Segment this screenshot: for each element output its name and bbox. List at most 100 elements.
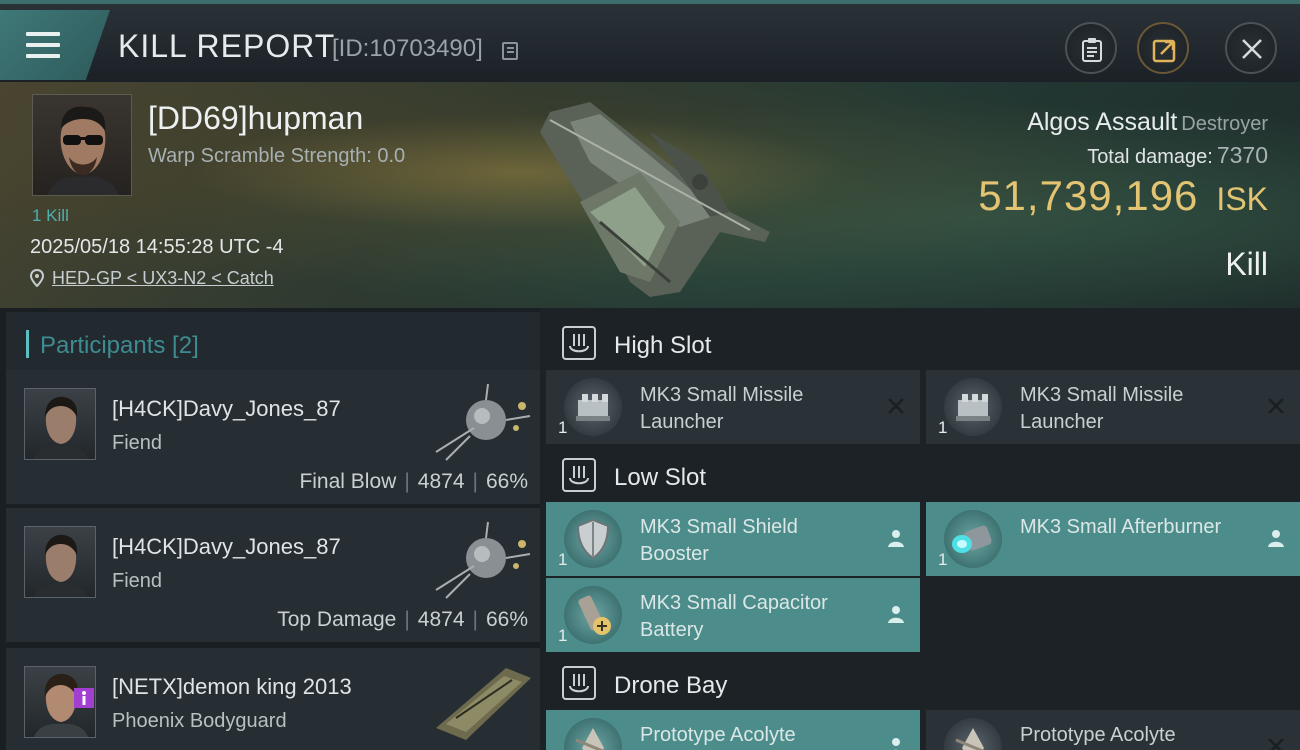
participant-row[interactable]: [H4CK]Davy_Jones_87 Fiend Top Damage | 487… [6,508,540,642]
kill-timestamp: 2025/05/18 14:55:28 UTC -4 [30,236,284,258]
isk-value: 51,739,196 [978,172,1199,219]
high-slot-header: High Slot [546,312,1300,374]
header-accent-bar [26,330,29,358]
isk-value-line: 51,739,196 ISK [978,172,1268,220]
hamburger-icon [26,32,60,58]
module-name: MK3 Small Missile Launcher [1020,384,1184,433]
drone-icon [944,718,1002,750]
ship-class: Destroyer [1181,113,1268,135]
total-damage-label: Total damage: [1087,146,1213,168]
dropped-person-icon [888,530,904,547]
top-bar: KILL REPORT [ID:10703490] [0,0,1300,82]
destroyed-icon [888,398,904,414]
dropped-person-icon [892,738,900,750]
module-item[interactable]: 1 MK3 Small Missile Launcher [926,370,1300,444]
module-quantity: 1 [558,418,568,437]
capacitor-battery-icon [564,586,622,644]
stat-separator: | [472,470,478,493]
high-slot-label: High Slot [614,332,712,359]
clipboard-button[interactable] [1065,22,1117,74]
stat-separator: | [404,470,410,493]
missile-launcher-icon [944,378,1002,436]
participants-header: Participants [2] [6,312,540,374]
victim-avatar[interactable] [32,94,132,196]
avatar[interactable] [24,388,96,460]
low-slot-icon [562,458,596,492]
module-item[interactable]: 1 Prototype Acolyte [926,710,1300,750]
participant-row[interactable]: [H4CK]Davy_Jones_87 Fiend Final Blow | 487… [6,370,540,504]
kill-count: 1 Kill [32,206,69,225]
kill-result-label: Kill [1225,246,1268,282]
page-title: KILL REPORT [118,28,336,64]
share-icon [1152,39,1176,63]
isk-unit: ISK [1216,181,1268,217]
participant-name[interactable]: [H4CK]Davy_Jones_87 [112,396,341,422]
module-quantity: 1 [938,418,948,437]
victim-banner: [DD69]hupman Warp Scramble Strength: 0.0… [0,82,1300,308]
module-name: Prototype Acolyte [1020,724,1176,746]
module-name: Prototype Acolyte [640,724,796,746]
participant-role: Final Blow [299,470,397,493]
module-name: MK3 Small Shield Booster [640,516,798,565]
module-item[interactable]: 1 MK3 Small Shield Booster [546,502,920,576]
drone-bay-icon [562,666,596,700]
participant-name[interactable]: [NETX]demon king 2013 [112,674,352,700]
participant-name[interactable]: [H4CK]Davy_Jones_87 [112,534,341,560]
participant-stats: Final Blow | 4874 | 66% [299,470,528,494]
module-item[interactable]: 1 MK3 Small Afterburner [926,502,1300,576]
report-id: [ID:10703490] [332,35,483,62]
destroyed-icon [1268,398,1284,414]
high-slot-icon [562,326,596,360]
module-name: MK3 Small Afterburner [1020,516,1222,538]
low-slot-label: Low Slot [614,464,707,491]
close-button[interactable] [1225,22,1277,74]
module-item[interactable]: 1 MK3 Small Capacitor Battery [546,578,920,652]
drone-bay-header: Drone Bay [546,652,1300,714]
victim-ship-image [540,102,770,297]
participant-percent: 66% [485,470,528,493]
close-icon [1242,39,1262,59]
copy-icon[interactable] [502,42,518,60]
participant-damage: 4874 [417,608,465,631]
module-quantity: 1 [558,626,568,645]
phoenix-bodyguard-ship-icon [436,668,531,740]
stat-separator: | [404,608,410,631]
participant-ship: Phoenix Bodyguard [112,710,287,732]
stat-separator: | [472,608,478,631]
warp-scramble-strength: Warp Scramble Strength: 0.0 [148,145,406,167]
shield-booster-icon [564,510,622,568]
low-slot-header: Low Slot [546,444,1300,506]
participant-stats: Top Damage | 4874 | 66% [277,608,528,632]
total-damage-value: 7370 [1216,142,1268,168]
module-item[interactable]: 1 Prototype Acolyte [546,710,920,750]
participant-damage: 4874 [417,470,465,493]
victim-name[interactable]: [DD69]hupman [148,100,363,137]
module-item[interactable]: 1 MK3 Small Missile Launcher [546,370,920,444]
participants-panel: Participants [2] [H4CK]Davy_Jones_87 Fie… [0,308,540,750]
menu-button[interactable] [0,10,110,80]
victim-ship-name: Algos Assault Destroyer [1027,108,1268,137]
participant-ship: Fiend [112,432,163,454]
module-name: MK3 Small Capacitor Battery [640,592,828,641]
destroyed-icon [1268,738,1284,750]
fiend-ship-icon [435,521,531,599]
ship-name-text: Algos Assault [1027,108,1178,136]
participant-ship: Fiend [112,570,163,592]
location-text: HED-GP < UX3-N2 < Catch [52,268,274,288]
location-link[interactable]: HED-GP < UX3-N2 < Catch [30,268,274,289]
fitting-panel: High Slot 1 MK3 Small Missile Launcher 1… [540,308,1300,750]
info-badge-icon [74,688,94,708]
avatar[interactable] [24,526,96,598]
participants-title: Participants [2] [40,332,199,359]
afterburner-icon [944,510,1002,568]
drone-icon [564,718,622,750]
share-button[interactable] [1137,22,1189,74]
module-name: MK3 Small Missile Launcher [640,384,804,433]
total-damage: Total damage: 7370 [1087,142,1268,169]
clipboard-icon [1082,38,1102,62]
module-quantity: 1 [558,550,568,569]
participant-role: Top Damage [277,608,397,631]
dropped-person-icon [1268,530,1284,547]
module-quantity: 1 [938,550,948,569]
participant-percent: 66% [485,608,528,631]
